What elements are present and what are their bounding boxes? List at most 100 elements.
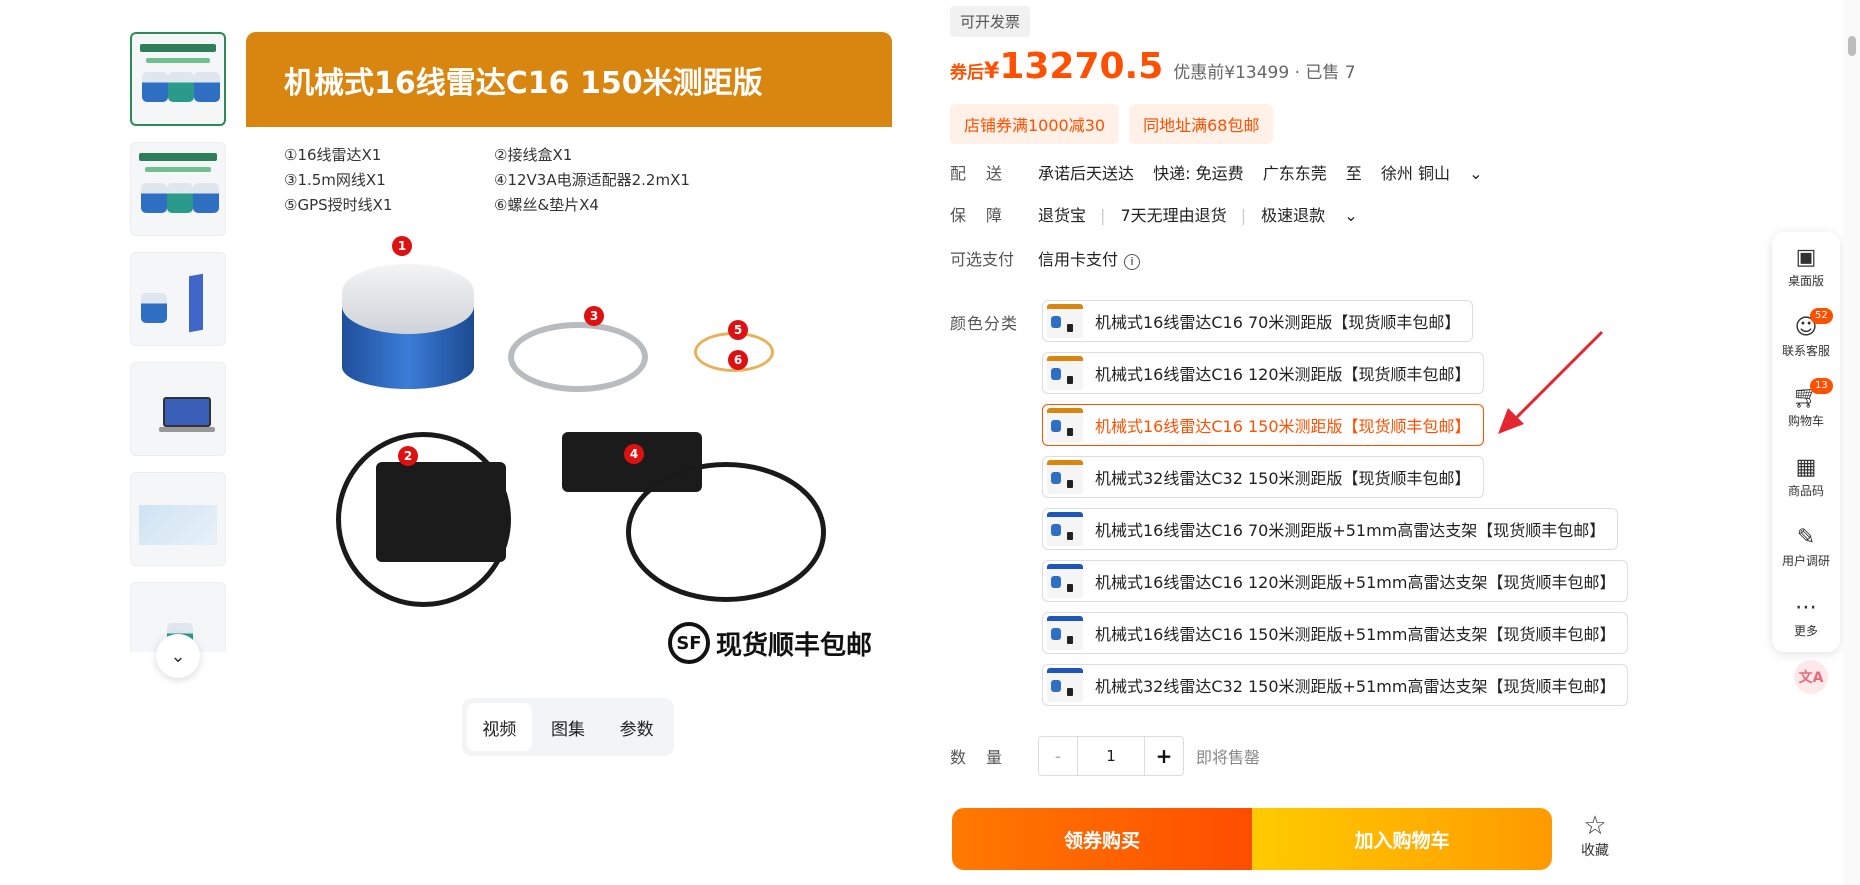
thumbnail-scene-shape xyxy=(139,505,217,545)
variant-option[interactable]: 机械式16线雷达C16 120米测距版+51mm高雷达支架【现货顺丰包邮】 xyxy=(1042,560,1629,602)
lidar-thumb-shape xyxy=(168,72,194,102)
coupon-badge[interactable]: 同地址满68包邮 xyxy=(1129,104,1274,144)
notification-badge: 13 xyxy=(1810,378,1833,394)
thumbnail-scroll-down-button[interactable]: ⌄ xyxy=(156,634,200,678)
lidar-thumb-shape xyxy=(194,72,220,102)
qrcode-icon: ▦ xyxy=(1795,455,1817,480)
favorite-button[interactable]: ☆ 收藏 xyxy=(1570,812,1620,860)
toolbar-label: 商品码 xyxy=(1787,484,1824,498)
toolbar-label: 联系客服 xyxy=(1781,344,1830,358)
notification-badge: 52 xyxy=(1810,308,1833,324)
thumbnail-4[interactable] xyxy=(130,362,226,456)
variant-option[interactable]: 机械式16线雷达C16 120米测距版【现货顺丰包邮】 xyxy=(1042,352,1484,394)
sf-logo-icon: SF xyxy=(667,622,710,664)
laptop-shape xyxy=(163,397,211,427)
variant-option[interactable]: 机械式16线雷达C16 70米测距版【现货顺丰包邮】 xyxy=(1042,300,1474,342)
variant-thumbnail xyxy=(1047,512,1083,546)
sf-logo-text: 现货顺丰包邮 xyxy=(715,630,872,661)
toolbar-desktop[interactable]: ▣ 桌面版 xyxy=(1772,244,1840,289)
toolbar-customer-service[interactable]: ☺ 52 联系客服 xyxy=(1772,308,1840,359)
quantity-decrease-button[interactable]: - xyxy=(1039,737,1077,775)
toolbar-label: 桌面版 xyxy=(1787,274,1824,288)
refund-dropdown[interactable]: 极速退款 ⌄ xyxy=(1261,206,1372,225)
thumbnail-strip xyxy=(130,32,226,652)
guarantee-value: 退货宝 | 7天无理由退货 | 极速退款 ⌄ xyxy=(1038,202,1386,226)
chevron-down-icon: ⌄ xyxy=(1344,206,1358,225)
page-scrollbar[interactable] xyxy=(1844,0,1860,885)
toolbar-label: 用户调研 xyxy=(1781,554,1830,568)
scrollbar-thumb[interactable] xyxy=(1848,36,1856,56)
ship-to-text: 徐州 铜山 xyxy=(1380,164,1450,183)
price-prefix: 券后 xyxy=(950,63,984,83)
package-contents: ①16线雷达X1 ②接线盒X1 ③1.5m网线X1 ④12V3A电源适配器2.2… xyxy=(284,144,844,215)
variant-label: 机械式16线雷达C16 70米测距版+51mm高雷达支架【现货顺丰包邮】 xyxy=(1095,521,1606,540)
quantity-label: 数 量 xyxy=(950,748,1005,767)
quantity-input[interactable]: 1 xyxy=(1077,737,1145,775)
quantity-increase-button[interactable]: + xyxy=(1145,737,1183,775)
payment-row: 可选支付 信用卡支付 i xyxy=(950,246,1154,270)
toolbar-survey[interactable]: ✎ 用户调研 xyxy=(1772,524,1840,569)
cart-icon: 🛒︎ 13 xyxy=(1772,378,1840,412)
thumbnail-title-bar xyxy=(139,153,217,161)
thumbnail-3[interactable] xyxy=(130,252,226,346)
coupon-badge[interactable]: 店铺券满1000减30 xyxy=(950,104,1120,144)
ship-to-selector[interactable]: 徐州 铜山 ⌄ xyxy=(1381,164,1497,183)
variants-label: 颜色分类 xyxy=(950,314,1019,333)
item-number-badge: 6 xyxy=(728,350,748,370)
variant-thumbnail xyxy=(1047,668,1083,702)
variant-option[interactable]: 机械式32线雷达C32 150米测距版+51mm高雷达支架【现货顺丰包邮】 xyxy=(1042,664,1629,706)
guarantee-item: 退货宝 xyxy=(1038,206,1087,225)
red-arrow-annotation xyxy=(1498,330,1604,434)
tab-video[interactable]: 视频 xyxy=(467,703,532,751)
thumbnail-2[interactable] xyxy=(130,142,226,236)
toolbar-cart[interactable]: 🛒︎ 13 购物车 xyxy=(1772,378,1840,429)
payment-method: 信用卡支付 xyxy=(1038,250,1119,269)
package-item: ⑤GPS授时线X1 xyxy=(284,196,393,214)
lidar-thumb-shape xyxy=(142,72,168,102)
toolbar-label: 购物车 xyxy=(1787,414,1824,428)
variant-label: 机械式16线雷达C16 70米测距版【现货顺丰包邮】 xyxy=(1095,313,1461,332)
info-icon[interactable]: i xyxy=(1124,253,1141,270)
tab-gallery[interactable]: 图集 xyxy=(536,703,601,751)
variant-option-selected[interactable]: 机械式16线雷达C16 150米测距版【现货顺丰包邮】 xyxy=(1042,404,1484,446)
quantity-stepper: - 1 + xyxy=(1038,736,1184,776)
lidar-illustration xyxy=(342,264,474,414)
delivery-row: 配 送 承诺后天送达 快递: 免运费 广东东莞 至 徐州 铜山 ⌄ xyxy=(950,160,1511,184)
coupon-list: 店铺券满1000减30 同地址满68包邮 xyxy=(950,104,1274,144)
variant-label: 机械式32线雷达C32 150米测距版【现货顺丰包邮】 xyxy=(1095,469,1471,488)
tab-params[interactable]: 参数 xyxy=(604,703,669,751)
thumbnail-5[interactable] xyxy=(130,472,226,566)
payment-value: 信用卡支付 i xyxy=(1038,246,1154,270)
variant-option[interactable]: 机械式32线雷达C32 150米测距版【现货顺丰包邮】 xyxy=(1042,456,1484,498)
sf-express-logo: SF 现货顺丰包邮 xyxy=(667,622,872,664)
variant-option[interactable]: 机械式16线雷达C16 70米测距版+51mm高雷达支架【现货顺丰包邮】 xyxy=(1042,508,1619,550)
item-number-badge: 3 xyxy=(584,306,604,326)
variant-label: 机械式32线雷达C32 150米测距版+51mm高雷达支架【现货顺丰包邮】 xyxy=(1095,677,1616,696)
purchase-buttons: 领券购买 加入购物车 xyxy=(952,808,1552,870)
toolbar-qrcode[interactable]: ▦ 商品码 xyxy=(1772,454,1840,499)
lidar-thumb-shape xyxy=(141,183,167,213)
package-item: ②接线盒X1 xyxy=(494,146,573,164)
variant-thumbnail xyxy=(1047,564,1083,598)
translate-icon[interactable]: 文A xyxy=(1794,660,1828,694)
variant-option[interactable]: 机械式16线雷达C16 150米测距版+51mm高雷达支架【现货顺丰包邮】 xyxy=(1042,612,1629,654)
variant-thumbnail xyxy=(1047,460,1083,494)
thumbnail-title-bar xyxy=(140,44,216,52)
variant-label: 机械式16线雷达C16 120米测距版【现货顺丰包邮】 xyxy=(1095,365,1471,384)
quantity-row: 数 量 - 1 + 即将售罄 xyxy=(950,736,1260,776)
buy-with-coupon-button[interactable]: 领券购买 xyxy=(952,808,1252,870)
thumbnail-panel-shape xyxy=(189,273,203,333)
variant-label: 机械式16线雷达C16 150米测距版+51mm高雷达支架【现货顺丰包邮】 xyxy=(1095,625,1616,644)
price-row: 券后 ¥ 13270.5 优惠前¥13499 · 已售 7 xyxy=(950,46,1356,87)
guarantee-item: 7天无理由退货 xyxy=(1120,206,1227,225)
refund-dropdown-text: 极速退款 xyxy=(1261,206,1326,225)
chevron-down-icon: ⌄ xyxy=(1469,164,1483,183)
main-product-image[interactable]: 机械式16线雷达C16 150米测距版 ①16线雷达X1 ②接线盒X1 ③1.5… xyxy=(246,32,892,678)
add-to-cart-button[interactable]: 加入购物车 xyxy=(1252,808,1552,870)
favorite-label: 收藏 xyxy=(1581,843,1609,859)
thumbnail-1[interactable] xyxy=(130,32,226,126)
toolbar-more[interactable]: ⋯ 更多 xyxy=(1772,594,1840,639)
currency-symbol: ¥ xyxy=(984,59,1000,84)
shipping-fee: 快递: 免运费 xyxy=(1153,164,1244,183)
power-cable-illustration xyxy=(626,462,826,602)
